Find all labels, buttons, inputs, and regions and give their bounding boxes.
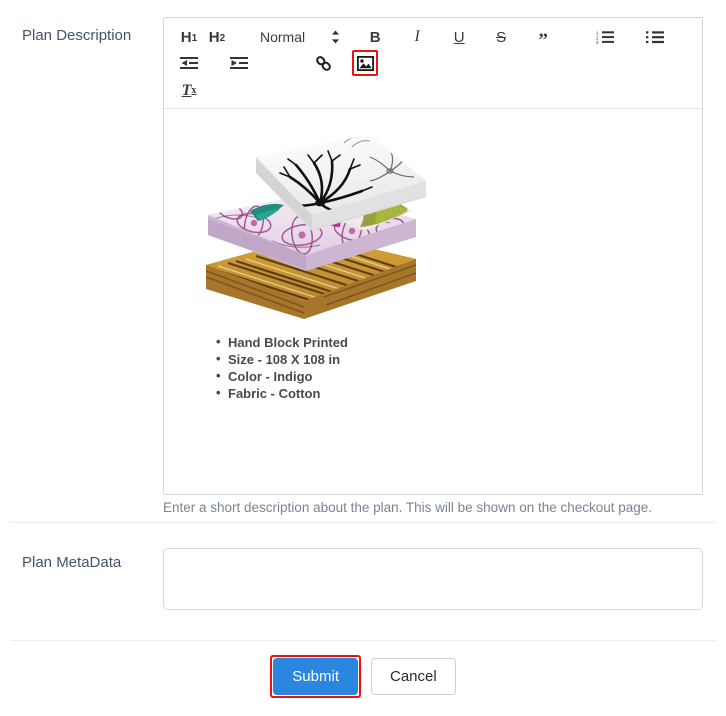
plan-metadata-input[interactable] bbox=[163, 548, 703, 610]
italic-button[interactable]: I bbox=[404, 24, 430, 50]
cancel-button[interactable]: Cancel bbox=[370, 658, 456, 695]
list-item: Size - 108 X 108 in bbox=[216, 350, 348, 368]
bullet-list-icon bbox=[646, 30, 665, 44]
underline-button[interactable]: U bbox=[446, 24, 472, 50]
section-divider-1 bbox=[10, 522, 716, 523]
link-button[interactable] bbox=[310, 50, 336, 76]
plan-description-help-text: Enter a short description about the plan… bbox=[163, 500, 653, 515]
outdent-icon bbox=[180, 56, 198, 70]
list-item: Fabric - Cotton bbox=[216, 384, 348, 402]
plan-metadata-label: Plan MetaData bbox=[22, 554, 122, 571]
editor-content-area[interactable]: Hand Block Printed Size - 108 X 108 in C… bbox=[164, 109, 702, 494]
ordered-list-icon: 1 2 3 bbox=[596, 30, 615, 44]
strikethrough-button[interactable]: S bbox=[488, 24, 514, 50]
form-actions: Submit Cancel bbox=[0, 655, 726, 698]
strikethrough-label: S bbox=[496, 28, 507, 46]
bullet-list-button[interactable] bbox=[642, 24, 668, 50]
link-icon bbox=[315, 55, 332, 72]
rich-text-editor: H1 H2 Normal B I U S ” 1 2 3 T x • Hand … bbox=[163, 17, 703, 495]
product-spec-list: Hand Block Printed Size - 108 X 108 in C… bbox=[216, 333, 348, 402]
clear-format-button[interactable]: Tx bbox=[176, 78, 202, 104]
clear-format-label: T bbox=[181, 82, 192, 99]
ordered-list-button[interactable]: 1 2 3 bbox=[592, 24, 618, 50]
outdent-button[interactable] bbox=[176, 50, 202, 76]
editor-toolbar: H1 H2 Normal B I U S ” 1 2 3 T x bbox=[164, 18, 702, 109]
plan-description-label: Plan Description bbox=[22, 27, 132, 44]
bold-button[interactable]: B bbox=[362, 24, 388, 50]
submit-highlight-box: Submit bbox=[270, 655, 361, 698]
submit-button[interactable]: Submit bbox=[273, 658, 358, 695]
image-icon bbox=[356, 55, 374, 71]
list-item: Color - Indigo bbox=[216, 367, 348, 385]
heading-2-label: H bbox=[208, 28, 220, 46]
heading-1-sub: 1 bbox=[191, 33, 198, 44]
heading-2-button[interactable]: H2 bbox=[204, 24, 230, 50]
indent-button[interactable] bbox=[226, 50, 252, 76]
italic-label: I bbox=[414, 28, 420, 45]
product-image bbox=[194, 119, 444, 324]
bold-label: B bbox=[369, 28, 381, 46]
heading-1-label: H bbox=[180, 28, 192, 46]
editor-toolbar-row-2: Tx bbox=[176, 76, 694, 104]
list-item: Hand Block Printed bbox=[216, 333, 348, 351]
heading-2-sub: 2 bbox=[219, 33, 226, 44]
blockquote-button[interactable]: ” bbox=[530, 28, 556, 54]
section-divider-2 bbox=[10, 640, 716, 641]
underline-label: U bbox=[453, 28, 465, 46]
image-button[interactable] bbox=[352, 50, 378, 76]
style-picker[interactable]: Normal bbox=[260, 29, 340, 45]
blockquote-icon: ” bbox=[538, 30, 548, 52]
style-picker-value: Normal bbox=[260, 29, 306, 45]
editor-frame: H1 H2 Normal B I U S ” 1 2 3 T x • Hand … bbox=[163, 17, 703, 495]
heading-1-button[interactable]: H1 bbox=[176, 24, 202, 50]
chevron-updown-icon bbox=[331, 30, 340, 44]
plan-form-page: Plan Description H1 H2 Normal B I U S ” … bbox=[0, 0, 726, 716]
svg-text:3: 3 bbox=[596, 40, 599, 44]
clear-format-sub: x bbox=[191, 85, 197, 96]
indent-icon bbox=[230, 56, 248, 70]
